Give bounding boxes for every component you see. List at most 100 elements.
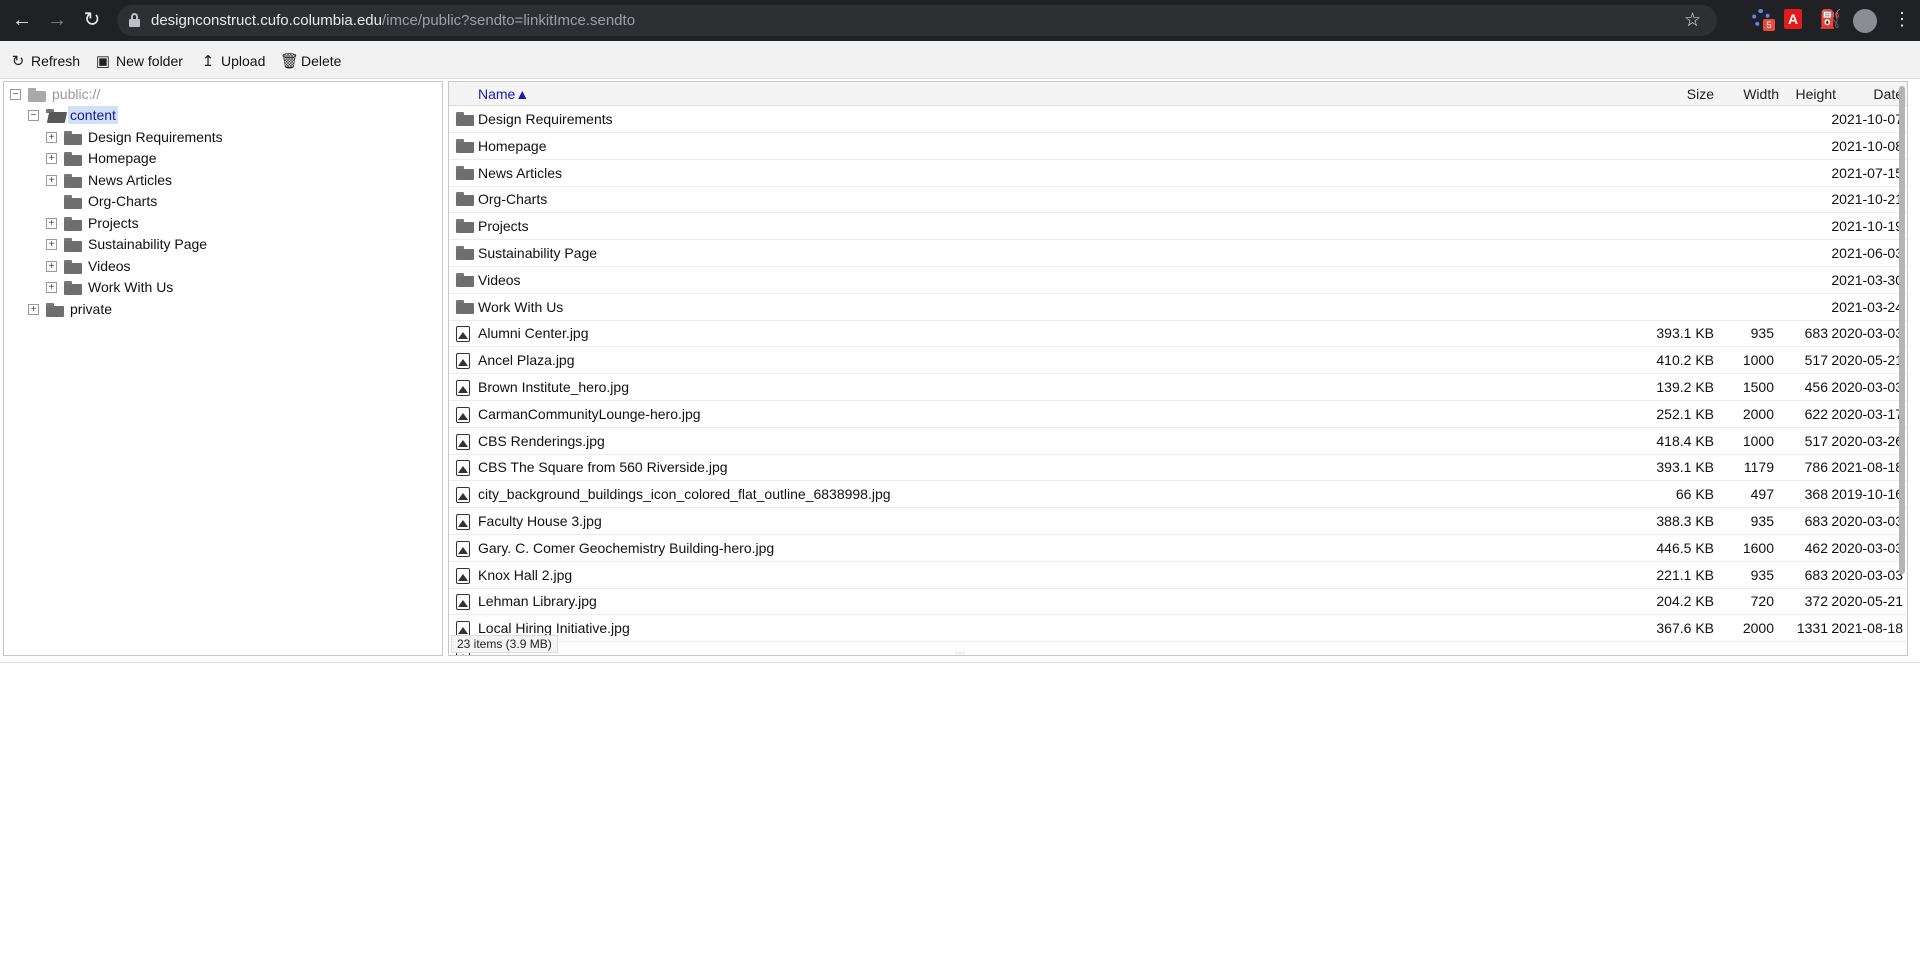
file-row[interactable]: CBS Renderings.jpg 418.4 KB 1000 517 2020-03… (449, 428, 1907, 455)
file-name: Gary. C. Comer Geochemistry Building-her… (478, 539, 775, 556)
file-size: 139.2 KB (1656, 379, 1714, 395)
back-arrow-icon[interactable]: ← (10, 8, 34, 32)
file-name: CBS The Square from 560 Riverside.jpg (478, 459, 728, 476)
upload-button[interactable]: ↥ Upload (200, 51, 266, 71)
file-name: Videos (478, 271, 521, 288)
refresh-icon: ↻ (11, 53, 25, 70)
collapse-icon[interactable]: − (10, 88, 21, 100)
sort-name-column[interactable]: Name▲ (478, 86, 529, 102)
sort-height-column[interactable]: Height (1796, 86, 1836, 102)
tree-item-design-requirements[interactable]: + Design Requirements (46, 127, 225, 147)
forward-arrow-icon[interactable]: → (45, 8, 69, 32)
tree-item-content[interactable]: − content (28, 105, 118, 125)
tree-item-org-charts[interactable]: Org-Charts (46, 191, 159, 211)
refresh-button[interactable]: ↻ Refresh (10, 51, 80, 71)
file-size: 388.3 KB (1656, 513, 1714, 529)
tree-item-private[interactable]: + private (28, 299, 114, 319)
file-row[interactable]: Ancel Plaza.jpg 410.2 KB 1000 517 2020-05-21 (449, 347, 1907, 375)
image-file-icon (456, 433, 470, 450)
folder-row[interactable]: Work With Us 2021-03-24 (449, 294, 1907, 321)
folder-row[interactable]: Videos 2021-03-30 (449, 267, 1907, 294)
file-list: Name▲ Size Width Height Date Design Requ… (448, 81, 1908, 656)
reload-icon[interactable]: ↻ (80, 8, 104, 32)
tree-item-videos[interactable]: + Videos (46, 256, 133, 276)
file-row[interactable]: Lehman Library.jpg 204.2 KB 720 372 2020-05-… (449, 588, 1907, 616)
file-name: CBS Renderings.jpg (478, 432, 605, 449)
tree-item-projects[interactable]: + Projects (46, 213, 141, 233)
file-row[interactable]: CarmanCommunityLounge-hero.jpg 252.1 KB 20… (449, 401, 1907, 428)
profile-avatar[interactable] (1853, 9, 1877, 33)
expand-icon[interactable]: + (28, 303, 39, 315)
file-size: 367.6 KB (1656, 620, 1714, 637)
tree-item-sustainability-page[interactable]: + Sustainability Page (46, 234, 209, 254)
expand-icon[interactable]: + (46, 281, 57, 293)
expand-icon[interactable]: + (46, 217, 57, 229)
image-height: 517 (1804, 432, 1828, 449)
kebab-menu-icon[interactable]: ⋮ (1891, 9, 1913, 31)
modified-date: 2021-08-18 (1831, 620, 1903, 637)
list-scrollbar[interactable] (1899, 86, 1905, 574)
image-width: 935 (1750, 325, 1774, 342)
file-row[interactable]: Alumni Center.jpg 393.1 KB 935 683 2020-03-0… (449, 320, 1907, 348)
tree-item-news-articles[interactable]: + News Articles (46, 170, 174, 190)
browser-toolbar: ← → ↻ designconstruct.cufo.columbia.edu/… (0, 0, 1920, 41)
expand-icon[interactable]: + (46, 174, 57, 186)
image-height: 683 (1804, 513, 1828, 529)
file-list-header: Name▲ Size Width Height Date (449, 82, 1907, 106)
bookmark-star-icon[interactable]: ☆ (1684, 9, 1701, 32)
file-size: 410.2 KB (1656, 352, 1714, 369)
folder-icon (64, 280, 82, 295)
delete-button[interactable]: 🗑 Delete (280, 51, 341, 71)
modified-date: 2019-10-16 (1831, 486, 1903, 503)
folder-row[interactable]: Org-Charts 2021-10-21 (449, 186, 1907, 214)
file-row[interactable]: Local Hiring Initiative.jpg 367.6 KB 2000 1… (449, 615, 1907, 643)
folder-icon (64, 173, 82, 188)
image-width: 1179 (1743, 459, 1774, 476)
file-row[interactable]: city_background_buildings_icon_colored_f… (449, 481, 1907, 509)
folder-row[interactable]: Homepage 2021-10-08 (449, 133, 1907, 160)
image-height: 683 (1804, 325, 1828, 342)
extension-gear-icon[interactable]: 5 (1752, 9, 1775, 31)
folder-row[interactable]: Design Requirements 2021-10-07 (449, 106, 1907, 133)
collapse-icon[interactable]: − (28, 109, 39, 121)
tree-item-homepage[interactable]: + Homepage (46, 148, 159, 168)
image-height: 622 (1804, 405, 1828, 422)
status-bar: 23 items (3.9 MB) (451, 635, 558, 653)
image-file-icon (456, 406, 470, 423)
pdf-extension-icon[interactable]: A (1784, 9, 1806, 31)
folder-icon (456, 192, 478, 207)
file-row[interactable]: CBS The Square from 560 Riverside.jpg 393… (449, 454, 1907, 482)
new-folder-button[interactable]: ▣ New folder (95, 51, 183, 71)
puzzle-extensions-icon[interactable]: ⛽ (1819, 9, 1841, 31)
address-bar[interactable]: designconstruct.cufo.columbia.edu/imce/p… (117, 5, 1717, 36)
horizontal-resize-handle[interactable]: ⋯ (955, 648, 965, 659)
image-height: 372 (1804, 593, 1828, 610)
folder-tree: − public:// − content + Design Requireme… (3, 81, 443, 656)
tree-item-work-with-us[interactable]: + Work With Us (46, 277, 175, 297)
sort-size-column[interactable]: Size (1687, 86, 1714, 102)
file-name: News Articles (478, 164, 563, 181)
tree-item-public[interactable]: − public:// (10, 84, 102, 104)
file-size: 252.1 KB (1656, 405, 1714, 422)
file-row[interactable]: Brown Institute_hero.jpg 139.2 KB 1500 456 2… (449, 374, 1907, 401)
url-text[interactable]: designconstruct.cufo.columbia.edu/imce/p… (151, 12, 635, 29)
expand-icon[interactable]: + (46, 152, 57, 164)
file-row[interactable]: Knox Hall 2.jpg 221.1 KB 935 683 2020-03-03 (449, 562, 1907, 589)
upload-icon: ↥ (201, 53, 215, 70)
file-row[interactable]: Gary. C. Comer Geochemistry Building-her… (449, 535, 1907, 562)
file-row[interactable]: Faculty House 3.jpg 388.3 KB 935 683 2020-03… (449, 508, 1907, 535)
modified-date: 2020-05-21 (1831, 593, 1903, 610)
modified-date: 2021-03-30 (1831, 271, 1903, 288)
sort-width-column[interactable]: Width (1743, 86, 1779, 102)
modified-date: 2021-06-03 (1831, 245, 1903, 261)
folder-row[interactable]: Sustainability Page 2021-06-03 (449, 240, 1907, 267)
expand-icon[interactable]: + (46, 260, 57, 272)
file-row[interactable] (449, 642, 1907, 655)
image-width: 935 (1750, 513, 1774, 529)
folder-row[interactable]: Projects 2021-10-19 (449, 213, 1907, 241)
image-width: 935 (1750, 566, 1774, 583)
expand-icon[interactable]: + (46, 131, 57, 143)
expand-icon[interactable]: + (46, 238, 57, 250)
folder-row[interactable]: News Articles 2021-07-15 (449, 160, 1907, 187)
